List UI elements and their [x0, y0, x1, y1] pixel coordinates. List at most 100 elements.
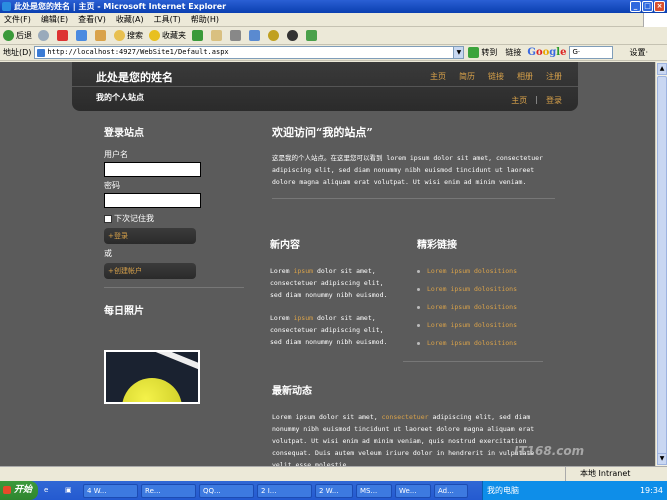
close-button[interactable]: × [654, 1, 665, 12]
go-button[interactable]: 转到 [468, 47, 497, 58]
remember-me-checkbox[interactable]: 下次记住我 [104, 213, 244, 224]
tennis-ball-image [122, 378, 182, 402]
create-account-button[interactable]: 创建帐户 [104, 263, 196, 279]
address-input[interactable]: http://localhost:4927/WebSite1/Default.a… [34, 46, 455, 59]
nav-links[interactable]: 链接 [488, 71, 504, 82]
menu-favorites[interactable]: 收藏(A) [116, 14, 144, 25]
task-ms[interactable]: MS... [356, 483, 393, 498]
print-button[interactable] [230, 30, 243, 41]
news-item: Lorem ipsum dolor sit amet, consectetuer… [270, 314, 388, 346]
menu-tools[interactable]: 工具(T) [154, 14, 181, 25]
start-button[interactable]: 开始 [0, 481, 39, 500]
forward-button[interactable] [38, 30, 51, 41]
tray-label: 我的电脑 [487, 486, 519, 495]
latest-text: Lorem ipsum dolor sit amet, consectetuer… [272, 413, 535, 466]
nav-resume[interactable]: 简历 [459, 71, 475, 82]
nav-albums[interactable]: 相册 [517, 71, 533, 82]
password-input[interactable] [104, 193, 201, 208]
news-link[interactable]: ipsum [293, 314, 313, 322]
minimize-button[interactable]: _ [630, 1, 641, 12]
subnav-home[interactable]: 主页 [511, 95, 527, 106]
task-we[interactable]: We... [395, 483, 432, 498]
username-input[interactable] [104, 162, 201, 177]
maximize-button[interactable]: □ [642, 1, 653, 12]
scroll-thumb[interactable] [657, 76, 667, 456]
link-item[interactable]: Lorem ipsum dolositions [417, 265, 553, 277]
task-ie[interactable]: 2 I... [257, 483, 313, 498]
link-item[interactable]: Lorem ipsum dolositions [417, 301, 553, 313]
star-icon [149, 30, 160, 41]
scroll-down-button[interactable]: ▼ [657, 453, 667, 465]
or-text: 或 [104, 249, 112, 258]
media-button[interactable] [192, 30, 205, 41]
search-button[interactable]: 搜索 [114, 30, 143, 41]
menu-view[interactable]: 查看(V) [78, 14, 106, 25]
window-controls: _ □ × [630, 1, 665, 12]
news-link[interactable]: ipsum [293, 267, 313, 275]
search-icon [114, 30, 125, 41]
menu-edit[interactable]: 编辑(E) [41, 14, 68, 25]
links-column: 精彩链接 Lorem ipsum dolositions Lorem ipsum… [403, 236, 553, 362]
login-heading: 登录站点 [104, 128, 144, 139]
messenger-button[interactable] [287, 30, 300, 41]
menu-help[interactable]: 帮助(H) [191, 14, 219, 25]
scroll-up-button[interactable]: ▲ [657, 63, 667, 75]
welcome-heading: 欢迎访问“我的站点” [272, 126, 373, 139]
system-tray: 我的电脑 19:34 [482, 481, 667, 500]
ie-window: 此处是您的姓名 | 主页 - Microsoft Internet Explor… [0, 0, 667, 500]
login-button[interactable]: 登录 [104, 228, 196, 244]
menu-bar: 文件(F) 编辑(E) 查看(V) 收藏(A) 工具(T) 帮助(H) [0, 13, 667, 27]
quick-launch-desktop-icon[interactable]: ▣ [62, 484, 80, 498]
edit-button[interactable] [249, 30, 262, 41]
site-title: 此处是您的姓名 [96, 71, 173, 84]
links-button[interactable]: 链接 [505, 47, 521, 58]
task-re[interactable]: Re... [141, 483, 197, 498]
checkbox-icon [104, 214, 112, 223]
discuss-button[interactable] [268, 30, 281, 41]
refresh-icon [76, 30, 87, 41]
link-item[interactable]: Lorem ipsum dolositions [417, 319, 553, 331]
vertical-scrollbar[interactable]: ▲ ▼ [655, 62, 667, 466]
window-title: 此处是您的姓名 | 主页 - Microsoft Internet Explor… [14, 2, 227, 11]
link-item[interactable]: Lorem ipsum dolositions [417, 283, 553, 295]
nav-home[interactable]: 主页 [430, 71, 446, 82]
password-label: 密码 [104, 181, 120, 190]
nav-register[interactable]: 注册 [546, 71, 562, 82]
refresh-button[interactable] [76, 30, 89, 41]
back-button[interactable]: 后退 [3, 30, 32, 41]
latest-heading: 最新动态 [272, 386, 312, 397]
task-qq[interactable]: QQ... [199, 483, 255, 498]
task-ad[interactable]: Ad... [434, 483, 469, 498]
link-item[interactable]: Lorem ipsum dolositions [417, 337, 553, 349]
google-search-input[interactable]: G· [569, 46, 614, 59]
site-header: 此处是您的姓名 我的个人站点 主页 简历 链接 相册 注册 主页 | 登录 [72, 62, 578, 111]
sidebar: 登录站点 用户名 密码 下次记住我 登录 或 创建帐户 每日照片 [104, 124, 244, 317]
address-dropdown-button[interactable]: ▼ [454, 46, 465, 59]
task-word[interactable]: 2 W... [315, 483, 354, 498]
top-nav: 主页 简历 链接 相册 注册 [430, 71, 562, 82]
latest-link[interactable]: consectetuer [382, 413, 429, 421]
mail-button[interactable] [211, 30, 224, 41]
edit-icon [249, 30, 260, 41]
windows-logo-icon [643, 13, 667, 27]
quick-launch-ie-icon[interactable]: e [41, 484, 59, 498]
status-bar: 本地 Intranet [0, 466, 667, 482]
research-button[interactable] [306, 30, 319, 41]
menu-file[interactable]: 文件(F) [4, 14, 31, 25]
task-explorer[interactable]: 4 W... [83, 483, 139, 498]
title-bar: 此处是您的姓名 | 主页 - Microsoft Internet Explor… [0, 0, 667, 13]
home-button[interactable] [95, 30, 108, 41]
google-settings-button[interactable]: 设置· [629, 47, 648, 58]
favorites-button[interactable]: 收藏夹 [149, 30, 186, 41]
research-icon [306, 30, 317, 41]
news-heading: 新内容 [270, 240, 300, 251]
latest-section: 最新动态 Lorem ipsum dolor sit amet, consect… [272, 382, 555, 466]
subnav-login[interactable]: 登录 [546, 95, 562, 106]
daily-photo [104, 350, 200, 404]
watermark-logo: IT168.com [514, 444, 585, 458]
username-label: 用户名 [104, 150, 128, 159]
clock[interactable]: 19:34 [640, 481, 663, 500]
back-arrow-icon [3, 30, 14, 41]
go-arrow-icon [468, 47, 480, 58]
stop-button[interactable] [57, 30, 70, 41]
